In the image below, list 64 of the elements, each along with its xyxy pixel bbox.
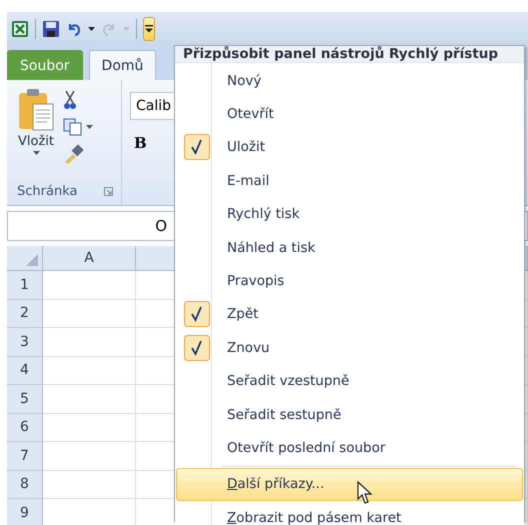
caret-icon[interactable] bbox=[86, 125, 93, 129]
menu-item-label: Otevřít bbox=[227, 106, 274, 122]
menu-title: Přizpůsobit panel nástrojů Rychlý přístup bbox=[175, 46, 524, 63]
copy-icon[interactable] bbox=[63, 118, 83, 136]
grid-cell[interactable] bbox=[43, 300, 136, 328]
menu-item-label: Nový bbox=[227, 72, 262, 89]
menu-item-label: Znovu bbox=[227, 340, 270, 356]
grid-cell[interactable] bbox=[43, 414, 136, 442]
grid-cell[interactable] bbox=[43, 442, 136, 470]
row-header[interactable]: 7 bbox=[7, 442, 43, 470]
row-header[interactable]: 6 bbox=[7, 414, 43, 442]
row-header[interactable]: 1 bbox=[7, 271, 43, 300]
scissors-icon[interactable] bbox=[63, 90, 77, 110]
triangle-icon bbox=[26, 254, 38, 266]
ribbon-tab[interactable]: Domů bbox=[88, 50, 156, 80]
menu-item[interactable]: Zpět bbox=[176, 298, 523, 332]
caret-icon bbox=[145, 24, 153, 32]
menu-item-label: Seřadit vzestupně bbox=[227, 373, 350, 390]
row-header[interactable]: 2 bbox=[7, 300, 43, 328]
clipboard-icon[interactable] bbox=[17, 88, 55, 132]
row-header[interactable]: 9 bbox=[7, 499, 43, 525]
menu-item-label: Další příkazy... bbox=[227, 476, 324, 492]
grid-cell[interactable] bbox=[43, 328, 136, 356]
customize-toolbar-button[interactable] bbox=[143, 16, 155, 40]
grid-cell[interactable] bbox=[43, 271, 136, 300]
menu-item-label: Uložit bbox=[227, 139, 266, 156]
row-header[interactable]: 4 bbox=[7, 356, 43, 385]
menu-item[interactable]: Rychlý tisk bbox=[176, 198, 523, 231]
menu-item-label: Zobrazit pod pásem karet bbox=[227, 510, 402, 525]
paste-label[interactable]: Vložit bbox=[18, 134, 54, 149]
mouse-pointer-icon bbox=[357, 480, 373, 505]
menu-item-label: Pravopis bbox=[227, 273, 284, 290]
row-header[interactable]: 8 bbox=[7, 470, 43, 499]
menu-item[interactable]: Další příkazy... bbox=[176, 468, 523, 502]
row-header[interactable]: 5 bbox=[7, 385, 43, 414]
menu-item[interactable]: Seřadit vzestupně bbox=[176, 364, 523, 398]
format-painter-icon[interactable] bbox=[63, 144, 85, 164]
save-icon[interactable] bbox=[42, 20, 60, 38]
menu-item-label: Rychlý tisk bbox=[227, 206, 300, 222]
menu-item[interactable]: Seřadit sestupně bbox=[176, 398, 523, 432]
menu-item-label: Seřadit sestupně bbox=[227, 406, 342, 423]
menu-item[interactable]: E-mail bbox=[176, 164, 523, 198]
menu-item[interactable]: Náhled a tisk bbox=[176, 230, 523, 264]
dialog-launcher-icon[interactable] bbox=[104, 187, 113, 196]
menu-item[interactable]: Znovu bbox=[176, 331, 523, 365]
menu-item[interactable]: Otevřít poslední soubor bbox=[176, 431, 523, 465]
menu-item-label: Náhled a tisk bbox=[227, 240, 316, 256]
menu-item-label: E-mail bbox=[227, 172, 270, 189]
grid-cell[interactable] bbox=[43, 356, 136, 385]
bold-button[interactable]: B bbox=[130, 134, 156, 152]
column-header[interactable]: A bbox=[43, 246, 136, 271]
menu-item-label: Zpět bbox=[227, 306, 258, 322]
menu-item-label: Otevřít poslední soubor bbox=[227, 440, 386, 456]
spreadsheet-app-icon[interactable] bbox=[11, 20, 29, 38]
select-all-corner[interactable] bbox=[7, 246, 43, 271]
menu-item[interactable]: Pravopis bbox=[176, 264, 523, 298]
grid-cell[interactable] bbox=[43, 385, 136, 414]
caret-icon[interactable] bbox=[32, 151, 40, 155]
grid-cell[interactable] bbox=[43, 470, 136, 499]
row-header[interactable]: 3 bbox=[7, 328, 43, 356]
group-label: Schránka bbox=[17, 184, 78, 199]
caret-icon[interactable] bbox=[88, 26, 95, 30]
menu-item[interactable]: Uložit bbox=[176, 130, 523, 164]
menu-item[interactable]: Zobrazit pod pásem karet bbox=[176, 501, 523, 525]
